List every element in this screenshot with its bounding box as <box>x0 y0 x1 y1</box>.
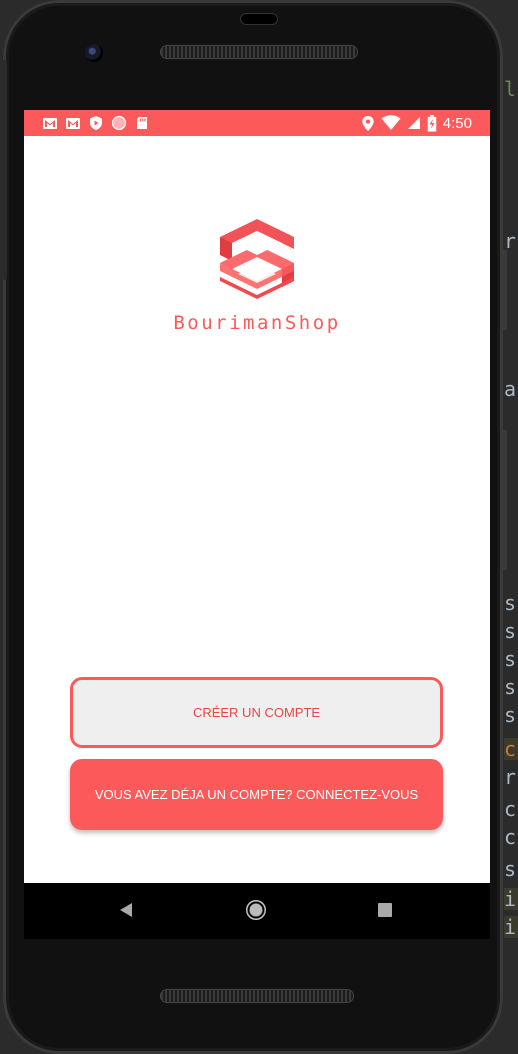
brand-name: BourimanShop <box>173 312 341 334</box>
ide-char: c <box>504 825 517 849</box>
circle-icon <box>111 115 127 131</box>
power-button[interactable] <box>502 250 507 330</box>
ide-char: a <box>504 377 517 401</box>
home-icon[interactable] <box>246 900 266 920</box>
front-camera-icon <box>85 44 103 62</box>
ide-char: c <box>504 797 517 821</box>
top-sensor <box>241 14 277 24</box>
ide-char: s <box>504 675 517 699</box>
ide-char: i <box>504 887 518 911</box>
location-icon <box>362 115 374 131</box>
phone-side-edge <box>3 60 7 280</box>
ide-char: i <box>504 915 518 939</box>
phone-screen: 4:50 BourimanShop CRÉER UN COMPTE VOUS A… <box>24 110 490 883</box>
ide-char: r <box>504 229 517 253</box>
ide-char: l <box>504 77 517 101</box>
signal-icon <box>407 117 420 129</box>
login-label: VOUS AVEZ DÉJA UN COMPTE? CONNECTEZ-VOUS <box>94 787 419 802</box>
top-speaker-grille <box>161 46 357 58</box>
create-account-button[interactable]: CRÉER UN COMPTE <box>70 677 443 748</box>
system-status-icons: 4:50 <box>361 113 472 133</box>
sd-card-icon <box>137 117 147 129</box>
clock: 4:50 <box>442 114 472 132</box>
battery-charging-icon <box>427 114 437 132</box>
ide-char: s <box>504 619 517 643</box>
bottom-speaker-grille <box>161 990 353 1002</box>
ide-char: r <box>504 765 517 789</box>
create-account-label: CRÉER UN COMPTE <box>192 705 321 720</box>
gmail-icon <box>66 118 80 129</box>
shield-play-icon <box>90 116 102 130</box>
ide-char: s <box>504 647 517 671</box>
recent-apps-icon[interactable] <box>378 903 392 917</box>
login-button[interactable]: VOUS AVEZ DÉJA UN COMPTE? CONNECTEZ-VOUS <box>70 759 443 830</box>
wifi-icon <box>381 115 401 130</box>
ide-char: s <box>504 591 517 615</box>
status-bar: 4:50 <box>24 110 490 136</box>
back-icon[interactable] <box>120 903 132 917</box>
ide-char: c <box>504 737 518 761</box>
ide-char: s <box>504 857 517 881</box>
android-navigation-bar <box>24 883 490 939</box>
bourimanshop-logo-icon <box>220 219 294 299</box>
gmail-icon <box>43 118 57 129</box>
ide-char: s <box>504 703 517 727</box>
notification-icons <box>42 115 150 131</box>
volume-button[interactable] <box>502 430 507 570</box>
